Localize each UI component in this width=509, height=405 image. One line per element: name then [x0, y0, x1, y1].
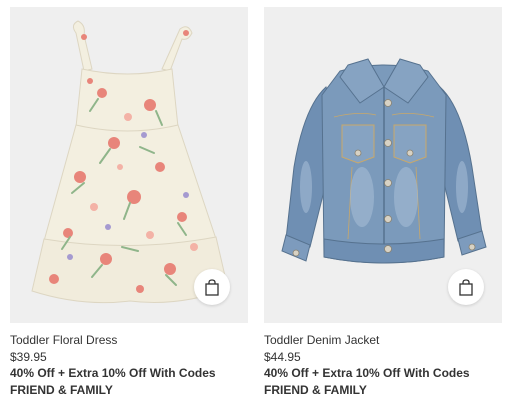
- promo-text: 40% Off + Extra 10% Off With Codes: [264, 366, 470, 380]
- promo-code-text: FRIEND & FAMILY: [10, 383, 113, 397]
- add-to-bag-button[interactable]: [448, 269, 484, 305]
- product-card[interactable]: Toddler Floral Dress $39.95 40% Off + Ex…: [10, 7, 248, 399]
- product-name[interactable]: Toddler Floral Dress: [10, 332, 248, 349]
- shopping-bag-icon: [459, 278, 473, 296]
- promo-code-text: FRIEND & FAMILY: [264, 383, 367, 397]
- product-card[interactable]: Toddler Denim Jacket $44.95 40% Off + Ex…: [264, 7, 502, 399]
- product-price: $39.95: [10, 350, 47, 364]
- shopping-bag-icon: [205, 278, 219, 296]
- add-to-bag-button[interactable]: [194, 269, 230, 305]
- product-image[interactable]: [10, 7, 248, 323]
- product-image[interactable]: [264, 7, 502, 323]
- product-grid: Toddler Floral Dress $39.95 40% Off + Ex…: [0, 0, 509, 405]
- product-price: $44.95: [264, 350, 301, 364]
- product-name[interactable]: Toddler Denim Jacket: [264, 332, 502, 349]
- promo-text: 40% Off + Extra 10% Off With Codes: [10, 366, 216, 380]
